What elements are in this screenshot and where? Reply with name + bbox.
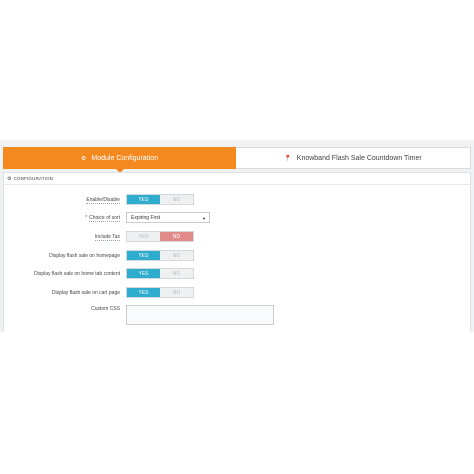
homepage-no-option[interactable]: NO (160, 251, 193, 260)
sort-select[interactable]: Expiring First ▼ (126, 212, 210, 223)
enable-no-option[interactable]: NO (160, 195, 193, 204)
tab-module-configuration[interactable]: ⚙ Module Configuration (3, 147, 236, 173)
row-custom-css: Custom CSS (4, 305, 470, 325)
pin-icon: 📍 (284, 155, 292, 162)
enable-yes-option[interactable]: YES (127, 195, 160, 204)
row-sort: * Choice of sort Expiring First ▼ (4, 212, 470, 224)
tax-label: Include Tax (94, 233, 120, 241)
cart-yes-option[interactable]: YES (127, 288, 160, 297)
enable-switch[interactable]: YES NO (126, 194, 194, 205)
tab-label: Module Configuration (91, 154, 158, 162)
panel-title: CONFIGURATION (13, 176, 54, 181)
custom-css-label: Custom CSS (91, 306, 120, 312)
homepage-label: Display flash sale on homepage (49, 253, 120, 259)
homepage-switch[interactable]: YES NO (126, 250, 194, 261)
cart-no-option[interactable]: NO (160, 288, 193, 297)
gear-icon: ⚙ (81, 155, 87, 162)
row-cart: Display flash sale on cart page YES NO (4, 287, 470, 299)
row-homepage: Display flash sale on homepage YES NO (4, 250, 470, 262)
row-enable: Enable/Disable YES NO (4, 194, 470, 206)
config-tabs: ⚙ Module Configuration 📍 Knowband Flash … (3, 147, 471, 173)
row-hometab: Display flash sale on home tab content Y… (4, 268, 470, 280)
sort-label: * Choice of sort (85, 214, 120, 222)
cart-label: Display flash sale on cart page (51, 290, 120, 296)
sort-selected-value: Expiring First (131, 214, 161, 221)
panel-heading: ⚙ CONFIGURATION (4, 173, 470, 185)
hometab-switch[interactable]: YES NO (126, 268, 194, 279)
row-tax: Include Tax YES NO (4, 231, 470, 243)
tab-label: Knowband Flash Sale Countdown Timer (296, 154, 422, 162)
enable-label: Enable/Disable (86, 196, 120, 204)
tax-switch[interactable]: YES NO (126, 231, 194, 242)
homepage-yes-option[interactable]: YES (127, 251, 160, 260)
hometab-yes-option[interactable]: YES (127, 269, 160, 278)
tax-no-option[interactable]: NO (160, 232, 193, 241)
configuration-panel: ⚙ CONFIGURATION Enable/Disable YES NO * … (3, 172, 471, 332)
gears-icon: ⚙ (7, 175, 12, 182)
tax-yes-option[interactable]: YES (127, 232, 160, 241)
hometab-no-option[interactable]: NO (160, 269, 193, 278)
custom-css-textarea[interactable] (126, 305, 274, 325)
hometab-label: Display flash sale on home tab content (34, 271, 120, 277)
caret-down-icon: ▼ (202, 216, 206, 221)
tab-countdown-timer[interactable]: 📍 Knowband Flash Sale Countdown Timer (236, 147, 471, 169)
cart-switch[interactable]: YES NO (126, 287, 194, 298)
